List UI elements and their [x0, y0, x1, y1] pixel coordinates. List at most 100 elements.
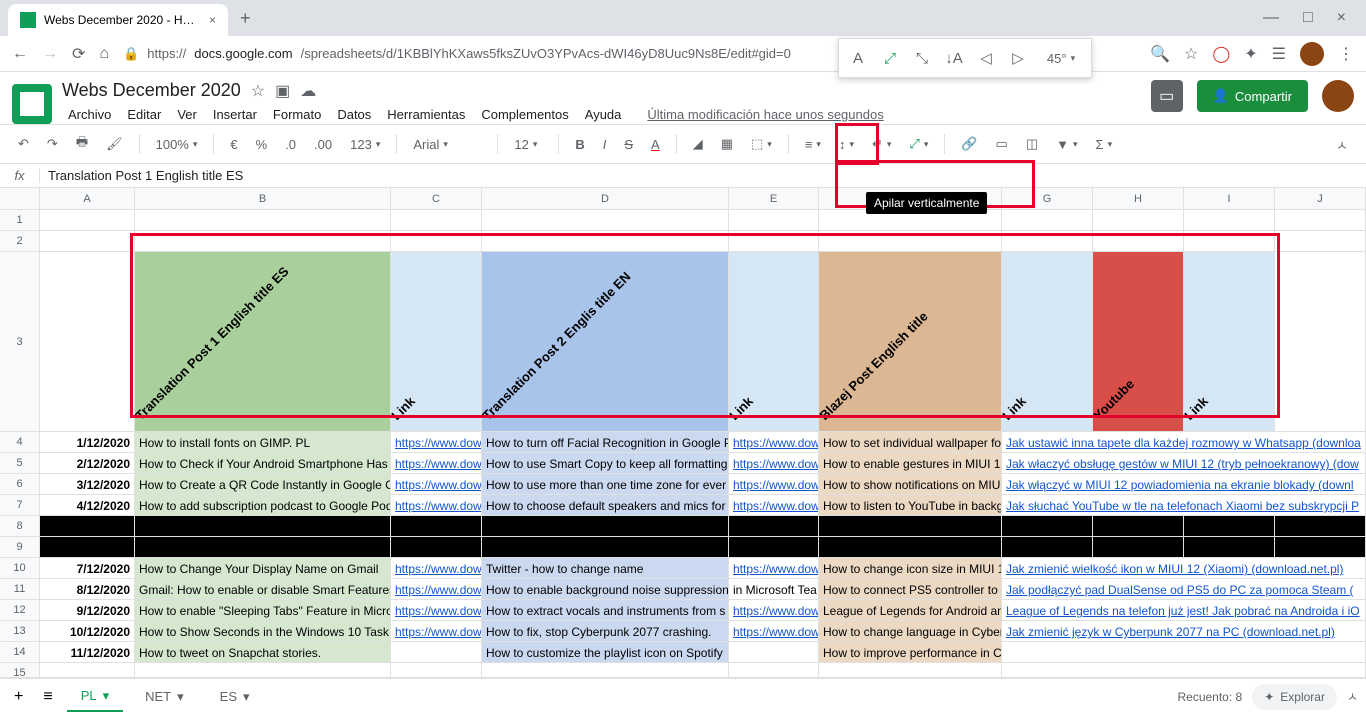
formula-input[interactable]: Translation Post 1 English title ES — [40, 168, 243, 183]
link-icon[interactable]: 🔗 — [955, 132, 983, 156]
row-header[interactable]: 4 — [0, 432, 40, 453]
cell[interactable]: How to Change Your Display Name on Gmail — [135, 558, 391, 579]
col-header-d[interactable]: D — [482, 188, 729, 209]
cell[interactable] — [391, 663, 482, 678]
cell[interactable]: Jak ustawić inna tapete dla każdej rozmo… — [1002, 432, 1366, 453]
cell[interactable]: https://www.dow — [391, 621, 482, 642]
cell[interactable] — [482, 516, 729, 537]
cell[interactable]: https://www.dow — [729, 432, 819, 453]
cell[interactable] — [391, 516, 482, 537]
percent-icon[interactable]: % — [250, 133, 274, 156]
zoom-icon[interactable]: 🔍 — [1150, 44, 1170, 64]
chevron-up-icon[interactable]: ㅅ — [1347, 688, 1358, 705]
cell[interactable]: How to turn off Facial Recognition in Go… — [482, 432, 729, 453]
cell[interactable] — [391, 537, 482, 558]
minimize-icon[interactable]: — — [1263, 9, 1279, 27]
cell[interactable]: 11/12/2020 — [40, 642, 135, 663]
cell[interactable] — [40, 231, 135, 252]
cell[interactable]: https://www.dow — [391, 453, 482, 474]
rotate-up-icon[interactable]: ◁ — [973, 45, 999, 71]
comments-icon[interactable]: ▭ — [1151, 80, 1183, 112]
cell[interactable] — [482, 231, 729, 252]
halign-icon[interactable]: ≡ — [799, 133, 827, 156]
cell[interactable]: in Microsoft Tea — [729, 579, 819, 600]
cell[interactable] — [482, 210, 729, 231]
col-header-g[interactable]: G — [1002, 188, 1093, 209]
sheets-logo[interactable] — [12, 84, 52, 124]
menu-icon[interactable]: ⋮ — [1338, 44, 1354, 64]
cell[interactable]: Gmail: How to enable or disable Smart Fe… — [135, 579, 391, 600]
cell[interactable] — [1184, 516, 1275, 537]
rotation-angle-input[interactable]: 45° — [1037, 45, 1085, 71]
bold-icon[interactable]: B — [569, 133, 590, 156]
cell[interactable]: How to improve performance in Cyberpunk … — [819, 642, 1002, 663]
cell[interactable] — [1093, 516, 1184, 537]
cell[interactable] — [1002, 663, 1366, 678]
cell[interactable] — [1093, 210, 1184, 231]
cell[interactable]: How to Show Seconds in the Windows 10 Ta… — [135, 621, 391, 642]
cell[interactable]: 7/12/2020 — [40, 558, 135, 579]
zoom-select[interactable]: 100% — [150, 133, 204, 156]
cell[interactable]: How to tweet on Snapchat stories. — [135, 642, 391, 663]
cell[interactable]: How to fix, stop Cyberpunk 2077 crashing… — [482, 621, 729, 642]
profile-avatar[interactable] — [1300, 42, 1324, 66]
cell[interactable] — [1275, 231, 1366, 252]
cell[interactable]: League of Legends for Android an — [819, 600, 1002, 621]
header-cell[interactable]: Youtube — [1093, 252, 1184, 432]
cell[interactable]: https://www.dow — [391, 600, 482, 621]
undo-icon[interactable]: ↶ — [12, 132, 35, 156]
cell[interactable]: League of Legends na telefon już jest! J… — [1002, 600, 1366, 621]
extensions-icon[interactable]: ✦ — [1244, 44, 1257, 64]
rotate-tilt-down-icon[interactable]: ⤡ — [909, 45, 935, 71]
move-doc-icon[interactable]: ▣ — [275, 81, 290, 101]
functions-icon[interactable]: Σ — [1090, 133, 1119, 156]
cell[interactable] — [1184, 210, 1275, 231]
account-avatar[interactable] — [1322, 80, 1354, 112]
back-icon[interactable]: ← — [12, 45, 28, 63]
text-rotation-button[interactable]: ⤢ — [903, 132, 934, 156]
cell[interactable] — [1275, 537, 1366, 558]
cell[interactable]: How to set individual wallpaper for — [819, 432, 1002, 453]
menu-insertar[interactable]: Insertar — [207, 105, 263, 124]
print-icon[interactable]: 🖶 — [70, 129, 94, 159]
currency-icon[interactable]: € — [224, 133, 243, 156]
cell[interactable]: https://www.dow — [729, 474, 819, 495]
row-header[interactable]: 15 — [0, 663, 40, 678]
cell[interactable] — [40, 252, 135, 432]
cell[interactable] — [729, 210, 819, 231]
cell[interactable] — [40, 663, 135, 678]
new-tab-button[interactable]: + — [240, 8, 251, 29]
strike-icon[interactable]: S — [618, 133, 639, 156]
reading-list-icon[interactable]: ☰ — [1272, 44, 1286, 64]
cell[interactable] — [135, 516, 391, 537]
col-header-c[interactable]: C — [391, 188, 482, 209]
cell[interactable] — [1184, 231, 1275, 252]
cell[interactable] — [1275, 516, 1366, 537]
cell[interactable] — [819, 537, 1002, 558]
header-cell[interactable]: Link — [1002, 252, 1093, 432]
reload-icon[interactable]: ⟳ — [72, 44, 85, 64]
font-size[interactable]: 12 — [508, 133, 548, 156]
cell[interactable] — [1093, 231, 1184, 252]
header-cell[interactable]: Link — [1184, 252, 1275, 432]
header-cell[interactable]: Translation Post 2 Englis title EN — [482, 252, 729, 432]
cell[interactable] — [819, 516, 1002, 537]
menu-herramientas[interactable]: Herramientas — [381, 105, 471, 124]
cell[interactable]: Jak zmienić wielkość ikon w MIUI 12 (Xia… — [1002, 558, 1366, 579]
cell[interactable] — [1002, 642, 1366, 663]
cell[interactable]: Jak zmienić język w Cyberpunk 2077 na PC… — [1002, 621, 1366, 642]
close-tab-icon[interactable]: × — [209, 13, 216, 27]
row-header[interactable]: 5 — [0, 453, 40, 474]
menu-formato[interactable]: Formato — [267, 105, 327, 124]
row-header[interactable]: 9 — [0, 537, 40, 558]
text-color-icon[interactable]: A — [645, 133, 666, 156]
cell[interactable]: How to enable gestures in MIUI 12 — [819, 453, 1002, 474]
cell[interactable]: Twitter - how to change name — [482, 558, 729, 579]
filter-icon[interactable]: ▼ — [1050, 133, 1083, 156]
cell[interactable]: How to use Smart Copy to keep all format… — [482, 453, 729, 474]
menu-editar[interactable]: Editar — [121, 105, 167, 124]
select-all-corner[interactable] — [0, 188, 40, 209]
cell[interactable]: How to choose default speakers and mics … — [482, 495, 729, 516]
font-select[interactable]: Arial — [407, 133, 487, 156]
close-window-icon[interactable]: × — [1337, 9, 1346, 27]
